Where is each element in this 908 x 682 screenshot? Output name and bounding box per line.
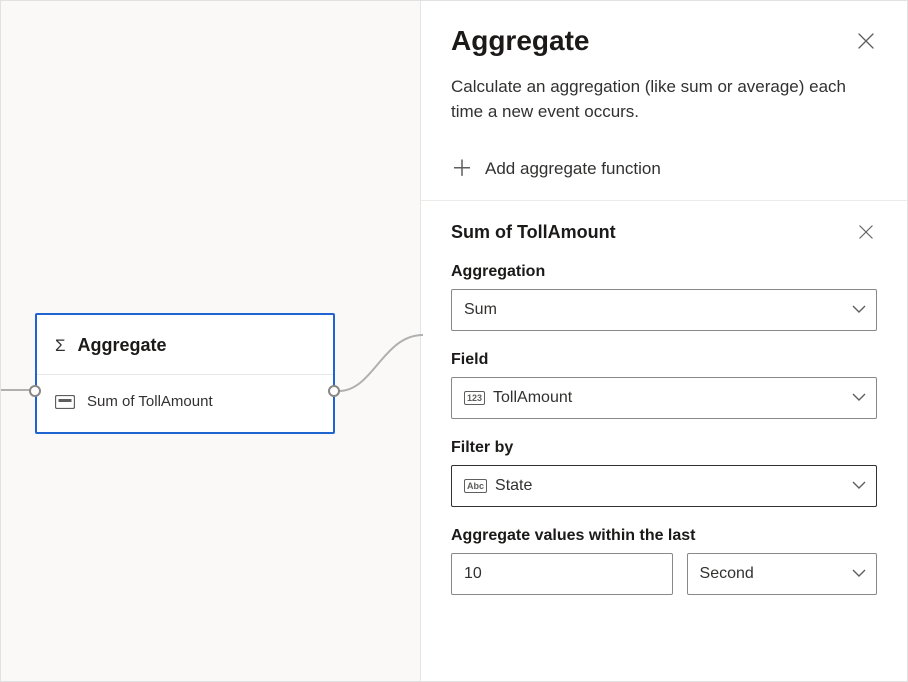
- connector-line-right: [333, 331, 423, 401]
- aggregation-label: Aggregation: [451, 263, 877, 281]
- panel-description: Calculate an aggregation (like sum or av…: [451, 75, 871, 124]
- within-unit-select[interactable]: Second: [687, 553, 877, 595]
- add-aggregate-function-button[interactable]: ＋ Add aggregate function: [421, 134, 907, 200]
- canvas-area[interactable]: Σ Aggregate Sum of TollAmount: [1, 1, 421, 681]
- field-value: TollAmount: [493, 389, 852, 407]
- sigma-icon: Σ: [55, 336, 66, 356]
- plus-icon: ＋: [451, 158, 473, 180]
- chevron-down-icon: [852, 477, 866, 495]
- add-function-label: Add aggregate function: [485, 159, 661, 179]
- within-value-input[interactable]: 10: [451, 553, 673, 595]
- panel-title: Aggregate: [451, 25, 589, 57]
- filter-by-value: State: [495, 477, 852, 495]
- numeric-type-icon: 123: [464, 391, 485, 405]
- close-panel-button[interactable]: [855, 30, 877, 52]
- within-unit-value: Second: [700, 565, 852, 583]
- node-port-input[interactable]: [29, 385, 41, 397]
- filter-by-select[interactable]: Abc State: [451, 465, 877, 507]
- aggregation-value: Sum: [464, 301, 852, 319]
- chevron-down-icon: [852, 389, 866, 407]
- remove-section-button[interactable]: [855, 221, 877, 243]
- field-select[interactable]: 123 TollAmount: [451, 377, 877, 419]
- text-type-icon: Abc: [464, 479, 487, 493]
- card-icon: [55, 395, 75, 409]
- aggregate-node[interactable]: Σ Aggregate Sum of TollAmount: [35, 313, 335, 434]
- node-body[interactable]: Sum of TollAmount: [37, 375, 333, 432]
- chevron-down-icon: [852, 565, 866, 583]
- close-icon: [858, 33, 874, 49]
- node-port-output[interactable]: [328, 385, 340, 397]
- close-icon: [859, 225, 873, 239]
- filter-by-label: Filter by: [451, 439, 877, 457]
- field-label: Field: [451, 351, 877, 369]
- node-item-label: Sum of TollAmount: [87, 393, 213, 410]
- chevron-down-icon: [852, 301, 866, 319]
- aggregation-select[interactable]: Sum: [451, 289, 877, 331]
- within-label: Aggregate values within the last: [451, 527, 877, 545]
- node-title: Aggregate: [78, 335, 167, 356]
- node-header[interactable]: Σ Aggregate: [37, 315, 333, 375]
- within-value: 10: [464, 565, 482, 583]
- properties-panel: Aggregate Calculate an aggregation (like…: [421, 1, 907, 681]
- section-title: Sum of TollAmount: [451, 222, 616, 243]
